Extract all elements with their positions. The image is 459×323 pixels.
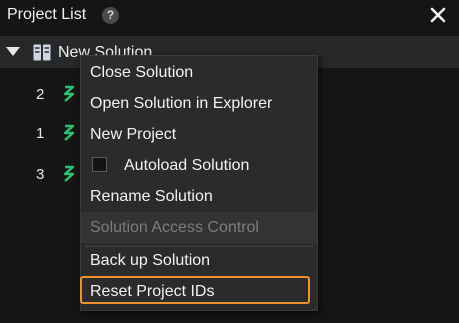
menu-item-new-project[interactable]: New Project xyxy=(81,119,317,150)
project-row[interactable]: 1 xyxy=(0,119,90,149)
panel-title: Project List xyxy=(7,6,87,23)
project-icon xyxy=(63,85,75,102)
menu-item-close-solution[interactable]: Close Solution xyxy=(81,57,317,88)
close-icon[interactable] xyxy=(427,4,449,26)
project-row[interactable]: 2 xyxy=(0,80,90,110)
menu-item-open-in-explorer[interactable]: Open Solution in Explorer xyxy=(81,88,317,119)
panel-titlebar: Project List ? xyxy=(0,0,459,33)
solution-context-menu: Close Solution Open Solution in Explorer… xyxy=(80,55,318,311)
menu-item-label: Close Solution xyxy=(90,64,194,81)
autoload-checkbox[interactable] xyxy=(92,157,107,172)
caret-down-icon[interactable] xyxy=(6,47,20,56)
project-row[interactable]: 3 xyxy=(0,160,90,190)
menu-item-autoload-solution[interactable]: Autoload Solution xyxy=(81,150,317,181)
project-list-panel: Project List ? New Solution 2 1 3 Close … xyxy=(0,0,459,323)
highlight-outline xyxy=(80,276,310,304)
menu-item-rename-solution[interactable]: Rename Solution xyxy=(81,181,317,212)
menu-item-label: Open Solution in Explorer xyxy=(90,95,273,112)
project-icon xyxy=(63,124,75,141)
menu-item-label: Rename Solution xyxy=(90,188,213,205)
menu-item-back-up-solution[interactable]: Back up Solution xyxy=(81,245,317,276)
menu-item-solution-access-control: Solution Access Control xyxy=(81,212,317,243)
menu-item-label: Back up Solution xyxy=(90,252,211,269)
solution-icon xyxy=(33,44,51,61)
project-number: 2 xyxy=(36,86,45,103)
project-number: 1 xyxy=(36,125,45,142)
project-icon xyxy=(63,165,75,182)
menu-item-label: Solution Access Control xyxy=(90,219,259,236)
menu-item-label: Autoload Solution xyxy=(124,157,250,174)
project-number: 3 xyxy=(36,166,45,183)
question-circle-icon[interactable]: ? xyxy=(102,7,119,24)
menu-item-label: New Project xyxy=(90,126,177,143)
